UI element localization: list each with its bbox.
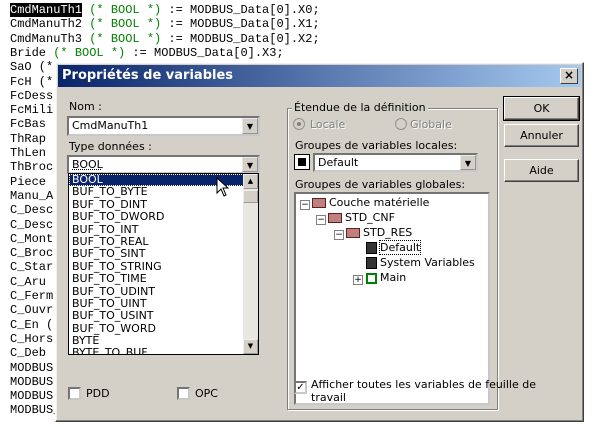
tree-node-hardware[interactable]: Couche matérielle bbox=[312, 196, 429, 210]
type-label: Type données : bbox=[69, 140, 152, 153]
local-radio-label: Locale bbox=[310, 118, 346, 131]
local-group-icon bbox=[294, 154, 310, 170]
code-text: C_Ferm bbox=[10, 289, 54, 303]
code-text: := MODBUS_Data[0].X3; bbox=[125, 45, 284, 60]
code-text: ThRap bbox=[10, 131, 47, 146]
opc-label: OPC bbox=[195, 387, 218, 400]
global-radio[interactable] bbox=[395, 118, 407, 130]
code-text: ThLen bbox=[10, 146, 47, 160]
code-comment: (* BOOL *) bbox=[82, 31, 162, 46]
close-icon[interactable]: × bbox=[560, 68, 578, 84]
code-text: C_Star bbox=[10, 260, 54, 275]
code-text: C_Desc bbox=[10, 217, 54, 232]
code-text: FcBas bbox=[10, 117, 47, 132]
code-text: ThBroc bbox=[10, 160, 54, 175]
code-text: C_Ouvr bbox=[10, 303, 54, 318]
code-text: := MODBUS_Data[0].X0; bbox=[161, 3, 320, 17]
scroll-up-icon[interactable]: ▲ bbox=[243, 174, 258, 189]
code-selection: CmdManuTh1 bbox=[10, 3, 83, 17]
code-comment: (* BOOL *) bbox=[82, 3, 162, 17]
opc-checkbox[interactable] bbox=[177, 387, 190, 400]
code-text: C_En ( bbox=[10, 317, 54, 332]
tree-node-default[interactable]: Default bbox=[366, 240, 422, 255]
type-option[interactable]: BUF_TO_TIME bbox=[69, 272, 258, 285]
code-comment: (* BOOL *) bbox=[82, 17, 162, 32]
variable-group-icon bbox=[366, 242, 377, 254]
type-option[interactable]: BUF_TO_DWORD bbox=[69, 210, 258, 223]
type-value: BOOL bbox=[72, 158, 103, 171]
scrollbar[interactable]: ▲ ▼ bbox=[243, 174, 258, 354]
local-radio[interactable] bbox=[293, 118, 305, 130]
code-text: FcDess bbox=[10, 88, 54, 103]
code-text: Piece bbox=[10, 174, 47, 189]
show-all-label-line1: Afficher toutes les variables de feuille… bbox=[311, 378, 536, 391]
code-text: SaO (* bbox=[10, 60, 54, 75]
code-text: C_Aru bbox=[10, 274, 47, 289]
folder-icon bbox=[346, 228, 360, 238]
folder-icon bbox=[328, 213, 342, 223]
type-dropdown-list[interactable]: BOOL BUF_TO_BYTE BUF_TO_DINT BUF_TO_DWORD BU… bbox=[68, 173, 259, 355]
chevron-down-icon[interactable]: ▼ bbox=[460, 155, 476, 170]
code-text: C_Desc bbox=[10, 203, 54, 218]
code-comment: (* BOOL *) bbox=[46, 45, 126, 60]
tree-node-std-res[interactable]: STD_RES bbox=[346, 226, 412, 240]
code-text: C_Mont bbox=[10, 231, 54, 246]
tree-node-main[interactable]: Main bbox=[366, 271, 406, 285]
type-option[interactable]: BUF_TO_USINT bbox=[69, 310, 258, 322]
code-text: := MODBUS_Data[0].X1; bbox=[161, 17, 320, 32]
chevron-down-icon[interactable]: ▼ bbox=[242, 118, 258, 134]
program-icon bbox=[366, 272, 377, 284]
code-text: := MODBUS_Data[0].X2; bbox=[161, 31, 320, 46]
global-groups-label: Groupes de variables globales: bbox=[295, 178, 466, 191]
code-text: Manu_A bbox=[10, 188, 54, 203]
tree-node-system-variables[interactable]: System Variables bbox=[366, 256, 475, 270]
local-group-value: Default bbox=[318, 156, 359, 169]
code-text: CmdManuTh3 bbox=[10, 31, 83, 46]
ok-button[interactable]: OK bbox=[503, 96, 580, 121]
dialog-title-bar[interactable]: Propriétés de variables × bbox=[58, 65, 581, 87]
local-group-combobox[interactable]: Default ▼ bbox=[313, 153, 478, 172]
type-options: BOOL BUF_TO_BYTE BUF_TO_DINT BUF_TO_DWORD BU… bbox=[69, 174, 258, 354]
code-text: C_Broc bbox=[10, 246, 54, 261]
code-text: MODBUS bbox=[10, 374, 54, 389]
collapse-icon[interactable]: − bbox=[316, 215, 326, 225]
type-option[interactable]: BUF_TO_SINT bbox=[69, 248, 258, 260]
code-text: Bride bbox=[10, 45, 47, 60]
code-text: CmdManuTh2 bbox=[10, 17, 83, 32]
expand-icon[interactable]: + bbox=[353, 275, 363, 285]
collapse-icon[interactable]: − bbox=[300, 200, 310, 210]
mouse-cursor-icon bbox=[216, 177, 230, 197]
show-all-label-line2: travail bbox=[311, 391, 346, 404]
code-text: C_Deb bbox=[10, 346, 47, 361]
global-radio-label: Globale bbox=[410, 118, 452, 131]
scope-group-label: Étendue de la définition bbox=[292, 101, 428, 114]
code-text: MODBUS bbox=[10, 360, 54, 375]
tree-node-std-cnf[interactable]: STD_CNF bbox=[328, 211, 395, 225]
scroll-thumb[interactable] bbox=[243, 190, 258, 203]
code-text: MODBUS bbox=[10, 389, 54, 404]
global-groups-tree[interactable]: − Couche matérielle − STD_CNF − STD_RES … bbox=[294, 192, 490, 405]
name-label: Nom : bbox=[69, 100, 102, 113]
collapse-icon[interactable]: − bbox=[334, 230, 344, 240]
cancel-button[interactable]: Annuler bbox=[504, 124, 579, 147]
scroll-down-icon[interactable]: ▼ bbox=[243, 339, 258, 354]
pdd-label: PDD bbox=[86, 387, 110, 400]
help-button[interactable]: Aide bbox=[504, 159, 579, 182]
local-groups-label: Groupes de variables locales: bbox=[295, 139, 458, 152]
type-option[interactable]: BYTE_TO_BUF bbox=[69, 347, 258, 354]
name-value: CmdManuTh1 bbox=[72, 119, 149, 132]
pdd-checkbox[interactable] bbox=[68, 387, 81, 400]
chevron-down-icon[interactable]: ▼ bbox=[242, 157, 258, 172]
type-combobox[interactable]: BOOL ▼ bbox=[67, 155, 260, 174]
code-text: C_Hors bbox=[10, 331, 54, 346]
dialog-title: Propriétés de variables bbox=[62, 68, 234, 83]
show-all-checkbox[interactable]: ✓ bbox=[294, 381, 307, 394]
code-text: FcH (* bbox=[10, 74, 54, 89]
variable-group-icon bbox=[366, 257, 377, 269]
name-combobox[interactable]: CmdManuTh1 ▼ bbox=[67, 116, 260, 136]
folder-icon bbox=[312, 198, 326, 208]
code-text: FcMili bbox=[10, 103, 54, 118]
